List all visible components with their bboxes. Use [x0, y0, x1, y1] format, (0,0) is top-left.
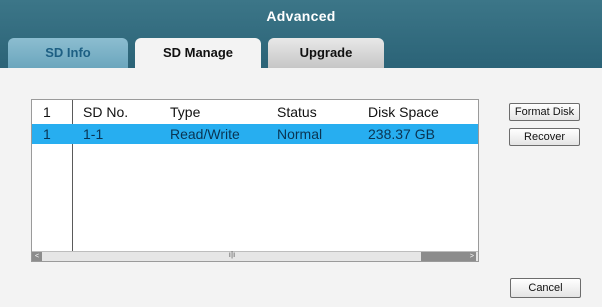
table-header-row: 1 SD No. Type Status Disk Space [32, 102, 478, 122]
scroll-grip-icon: ı|ı [228, 250, 236, 259]
header-type: Type [170, 104, 201, 120]
column-divider [72, 100, 73, 251]
horizontal-scrollbar[interactable]: < ı|ı > [32, 250, 478, 261]
dialog-title: Advanced [266, 8, 336, 24]
cell-index: 1 [43, 126, 51, 142]
sd-disk-table: 1 SD No. Type Status Disk Space 1 1-1 Re… [31, 99, 479, 262]
format-disk-button[interactable]: Format Disk [509, 103, 580, 121]
table-row[interactable]: 1 1-1 Read/Write Normal 238.37 GB [32, 124, 478, 144]
tab-upgrade[interactable]: Upgrade [268, 38, 384, 68]
cell-sd-no: 1-1 [83, 126, 104, 142]
title-bar: Advanced SD Info SD Manage Upgrade [0, 0, 602, 70]
header-index: 1 [43, 104, 51, 120]
scroll-right-arrow-icon[interactable]: > [421, 252, 476, 261]
header-sd-no: SD No. [83, 104, 129, 120]
header-status: Status [277, 104, 317, 120]
cancel-button[interactable]: Cancel [510, 278, 581, 298]
tab-sd-info[interactable]: SD Info [8, 38, 128, 68]
cell-disk-space: 238.37 GB [368, 126, 435, 142]
header-disk-space: Disk Space [368, 104, 439, 120]
advanced-dialog: Advanced SD Info SD Manage Upgrade 1 SD … [0, 0, 602, 307]
scroll-left-arrow-icon[interactable]: < [32, 252, 42, 261]
recover-button[interactable]: Recover [509, 128, 580, 146]
tab-sd-manage[interactable]: SD Manage [135, 38, 261, 70]
cell-type: Read/Write [170, 126, 240, 142]
cell-status: Normal [277, 126, 323, 142]
